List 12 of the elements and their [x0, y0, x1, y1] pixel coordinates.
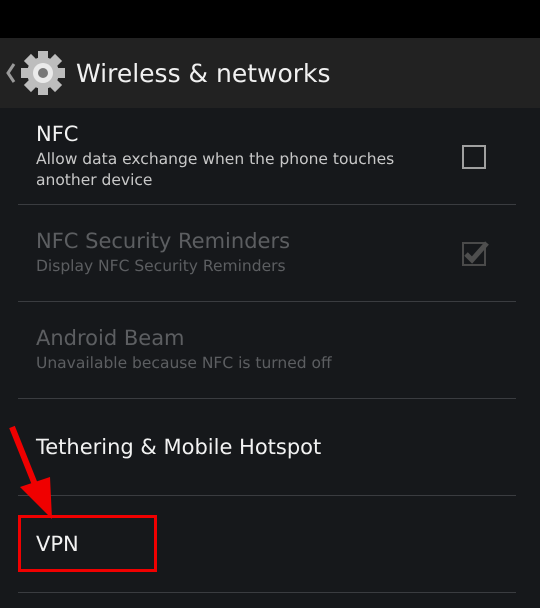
- item-title: NFC: [36, 122, 80, 146]
- item-title: Android Beam: [36, 326, 186, 350]
- item-summary: Allow data exchange when the phone touches another device: [36, 149, 396, 190]
- item-title: NFC Security Reminders: [36, 229, 292, 254]
- item-title: VPN: [36, 532, 80, 556]
- back-chevron-icon[interactable]: [6, 63, 16, 83]
- settings-icon[interactable]: [20, 50, 66, 96]
- settings-item[interactable]: NFC Allow data exchange when the phone touches another device: [18, 108, 516, 205]
- screen-title: Wireless & networks: [76, 58, 331, 88]
- item-summary: Display NFC Security Reminders: [36, 256, 287, 277]
- item-summary: Unavailable because NFC is turned off: [36, 353, 333, 374]
- item-title: Tethering & Mobile Hotspot: [36, 435, 322, 459]
